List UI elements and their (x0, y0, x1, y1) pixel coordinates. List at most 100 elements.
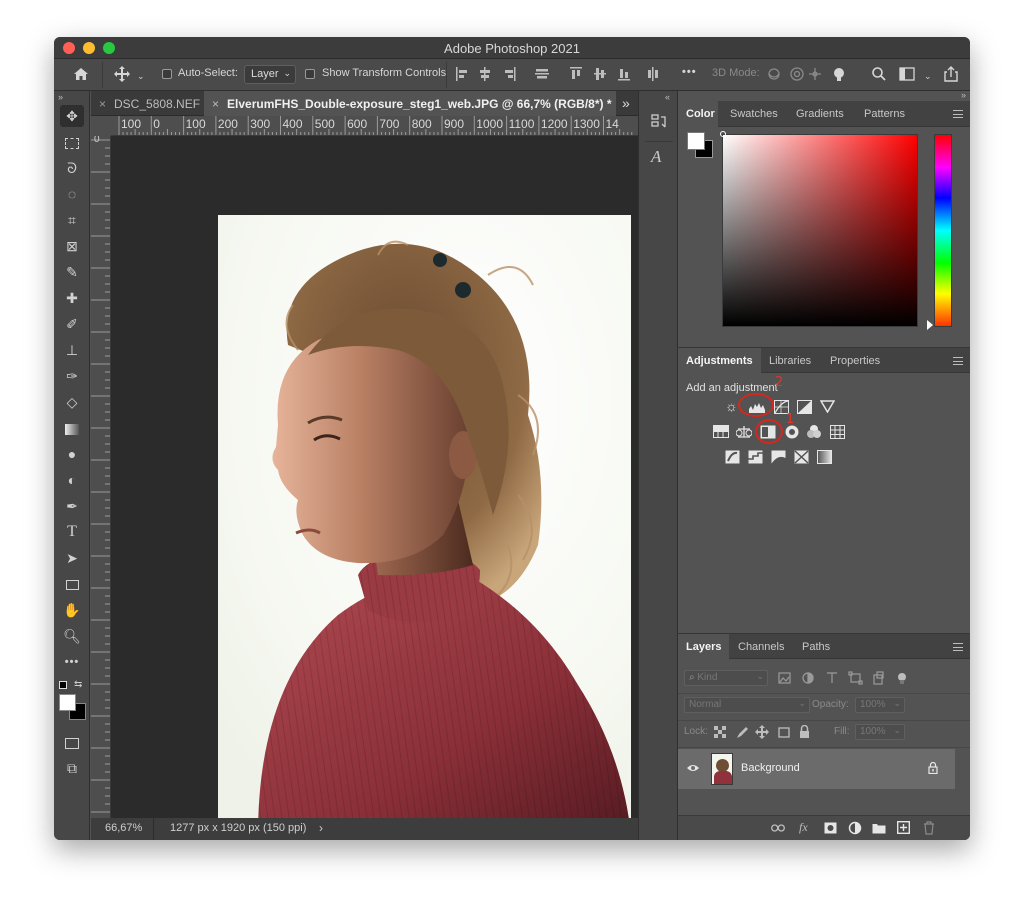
tab-properties[interactable]: Properties (822, 348, 888, 374)
more-options-button[interactable]: ••• (682, 66, 697, 78)
brightness-contrast-icon[interactable]: ☼ (725, 398, 738, 414)
tab-patterns[interactable]: Patterns (856, 101, 913, 127)
history-panel-icon[interactable] (650, 113, 668, 131)
pen-tool-icon[interactable]: ✒ (60, 495, 84, 517)
crop-tool-icon[interactable]: ⌗ (60, 209, 84, 231)
gradient-tool-icon[interactable] (60, 417, 84, 439)
selective-color-icon[interactable] (794, 450, 809, 464)
path-selection-tool-icon[interactable]: ➤ (60, 547, 84, 569)
move-tool-icon[interactable]: ✥ (60, 105, 84, 127)
healing-brush-tool-icon[interactable]: ✚ (60, 287, 84, 309)
canvas-pasteboard[interactable] (111, 136, 638, 836)
tab-adjustments[interactable]: Adjustments (678, 348, 761, 374)
brush-tool-icon[interactable]: ✐ (60, 313, 84, 335)
quick-mask-icon[interactable] (60, 731, 84, 753)
blend-mode-dropdown[interactable]: Normal ⌄ (684, 697, 810, 713)
tab-gradients[interactable]: Gradients (788, 101, 852, 127)
screen-mode-icon[interactable]: ⧉ (60, 757, 84, 779)
tabs-overflow-icon[interactable]: » (622, 95, 630, 111)
collapse-icon[interactable]: » (961, 90, 966, 100)
panel-menu-icon[interactable] (953, 110, 963, 118)
exposure-icon[interactable] (797, 400, 812, 414)
tab-channels[interactable]: Channels (730, 634, 792, 660)
panel-menu-icon[interactable] (953, 643, 963, 651)
tab-layers[interactable]: Layers (678, 634, 730, 660)
delete-layer-trash-icon[interactable] (923, 821, 935, 835)
hue-saturation-icon[interactable] (713, 425, 729, 438)
layer-row[interactable]: Background (678, 749, 955, 789)
home-icon[interactable] (73, 66, 89, 82)
rectangle-tool-icon[interactable] (60, 573, 84, 595)
zoom-level[interactable]: 66,67% (105, 822, 142, 834)
new-layer-icon[interactable] (897, 821, 910, 834)
tab-libraries[interactable]: Libraries (761, 348, 819, 374)
channel-mixer-icon[interactable] (806, 424, 822, 440)
chevron-down-icon[interactable]: ⌄ (137, 69, 145, 83)
collapse-icon[interactable]: « (665, 92, 670, 102)
share-icon[interactable] (943, 66, 959, 82)
auto-select-dropdown[interactable]: Layer ⌄ (244, 65, 296, 84)
search-icon[interactable] (872, 67, 886, 81)
marquee-tool-icon[interactable] (60, 131, 84, 153)
lasso-tool-icon[interactable]: ᘐ (60, 157, 84, 179)
default-colors-icon[interactable] (59, 681, 67, 689)
align-icons-group[interactable] (456, 67, 586, 81)
frame-tool-icon[interactable]: ⊠ (60, 235, 84, 257)
threshold-icon[interactable] (771, 450, 786, 464)
blur-tool-icon[interactable]: ● (60, 443, 84, 465)
lock-options-icons[interactable] (713, 725, 813, 739)
chevron-down-icon[interactable]: ⌄ (924, 69, 932, 83)
eraser-tool-icon[interactable]: ◇ (60, 391, 84, 413)
distribute-icons-group[interactable] (594, 67, 674, 81)
color-field[interactable] (722, 134, 918, 327)
quick-selection-tool-icon[interactable]: ◌ (60, 183, 84, 205)
posterize-icon[interactable] (748, 450, 763, 464)
close-tab-icon[interactable]: × (212, 97, 219, 111)
type-tool-icon[interactable]: T (60, 521, 84, 543)
new-group-folder-icon[interactable] (872, 822, 886, 834)
gradient-map-icon[interactable] (817, 450, 832, 464)
move-tool-icon[interactable] (114, 66, 130, 82)
close-tab-icon[interactable]: × (99, 97, 106, 111)
eye-visibility-icon[interactable] (686, 763, 700, 773)
history-brush-tool-icon[interactable]: ✑ (60, 365, 84, 387)
tab-swatches[interactable]: Swatches (722, 101, 786, 127)
tab-paths[interactable]: Paths (794, 634, 838, 660)
hand-tool-icon[interactable]: ✋ (60, 599, 84, 621)
swap-colors-icon[interactable]: ⇆ (74, 679, 82, 690)
fill-field[interactable]: 100% ⌄ (855, 724, 905, 740)
color-lookup-icon[interactable] (830, 425, 845, 439)
collapse-icon[interactable]: » (58, 92, 63, 102)
3d-mode-icons[interactable] (767, 66, 857, 82)
foreground-color-chip[interactable] (687, 132, 705, 150)
dodge-tool-icon[interactable]: ◐ (60, 469, 84, 491)
status-menu-arrow[interactable]: › (319, 821, 323, 835)
layer-filter-kind[interactable]: ⌕ Kind ⌄ (684, 670, 768, 686)
layer-filter-icons[interactable] (778, 671, 908, 685)
layer-style-fx-icon[interactable]: fx (799, 820, 808, 835)
workspace-icon[interactable] (899, 67, 915, 81)
hue-slider[interactable] (934, 134, 952, 327)
panel-menu-icon[interactable] (953, 357, 963, 365)
hue-slider-marker[interactable] (927, 320, 933, 330)
new-adjustment-layer-icon[interactable] (848, 821, 862, 835)
link-layers-icon[interactable] (771, 822, 785, 834)
tab-dsc-5808[interactable]: × DSC_5808.NEF (91, 91, 203, 116)
add-mask-icon[interactable] (824, 822, 837, 834)
tab-elverum-double-exposure[interactable]: × ElverumFHS_Double-exposure_steg1_web.JP… (204, 91, 616, 116)
zoom-tool-icon[interactable]: 🔍︎ (60, 625, 84, 647)
opacity-field[interactable]: 100% ⌄ (855, 697, 905, 713)
invert-icon[interactable] (725, 450, 740, 464)
vibrance-icon[interactable] (820, 400, 835, 413)
character-panel-icon[interactable]: A (651, 147, 661, 167)
foreground-color-swatch[interactable] (59, 694, 76, 711)
document-canvas-image[interactable] (218, 215, 631, 836)
show-transform-checkbox[interactable] (305, 69, 315, 79)
color-balance-icon[interactable] (736, 425, 752, 438)
edit-toolbar-icon[interactable]: ••• (60, 651, 84, 673)
tab-color[interactable]: Color (678, 101, 718, 127)
auto-select-checkbox[interactable] (162, 69, 172, 79)
layer-name[interactable]: Background (741, 762, 800, 774)
eyedropper-tool-icon[interactable]: ✎ (60, 261, 84, 283)
clone-stamp-tool-icon[interactable]: ⊥ (60, 339, 84, 361)
